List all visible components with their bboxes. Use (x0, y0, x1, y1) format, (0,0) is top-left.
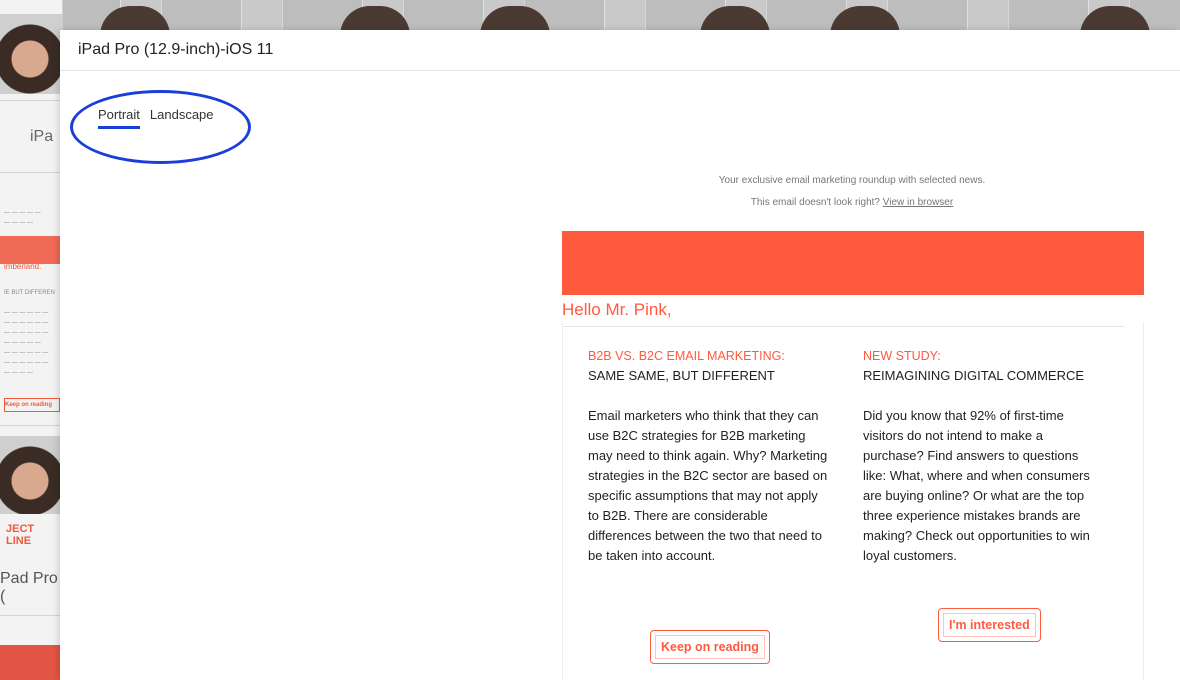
email-content: B2B VS. B2C EMAIL MARKETING: SAME SAME, … (562, 322, 1144, 680)
preheader-text: Your exclusive email marketing roundup w… (718, 175, 986, 186)
email-preheader: Your exclusive email marketing roundup w… (560, 170, 1144, 214)
article-body: Did you know that 92% of first-time visi… (863, 408, 1090, 563)
article-column: B2B VS. B2C EMAIL MARKETING: SAME SAME, … (588, 346, 828, 566)
background-device-label: iPa (30, 128, 54, 145)
view-in-browser-link[interactable]: View in browser (883, 197, 953, 208)
background-cta-button: Keep on reading (4, 398, 60, 412)
background-email-banner (0, 645, 62, 680)
article-column: NEW STUDY: REIMAGINING DIGITAL COMMERCE … (863, 346, 1103, 566)
article-kicker: NEW STUDY: (863, 349, 941, 363)
background-email-banner (0, 236, 62, 264)
article-headline: REIMAGINING DIGITAL COMMERCE (863, 368, 1085, 383)
background-device-label: Pad Pro ( (0, 570, 58, 605)
view-prompt: This email doesn't look right? (750, 197, 880, 208)
tab-landscape[interactable]: Landscape (150, 107, 214, 129)
background-avatar-image (0, 436, 62, 514)
background-gallery-strip (0, 0, 1180, 36)
view-in-browser-line: This email doesn't look right? View in b… (560, 192, 1144, 214)
article-headline: SAME SAME, BUT DIFFERENT (588, 368, 775, 383)
interested-label: I'm interested (943, 613, 1036, 637)
device-preview-modal: iPad Pro (12.9-inch)-iOS 11 Portrait Lan… (60, 30, 1180, 680)
interested-button[interactable]: I'm interested (938, 608, 1041, 642)
article-kicker: B2B VS. B2C EMAIL MARKETING: (588, 349, 785, 363)
background-subject-label: JECT LINE (6, 523, 35, 547)
orientation-tabs: Portrait Landscape (98, 107, 214, 129)
email-banner (562, 231, 1144, 295)
background-preview-column: iPa — — — — — — — — — imberland. IE BUT … (0, 0, 63, 680)
device-title: iPad Pro (12.9-inch)-iOS 11 (78, 41, 274, 58)
background-avatar-image (0, 14, 62, 94)
background-greeting: imberland. (4, 262, 42, 271)
tab-portrait[interactable]: Portrait (98, 107, 140, 129)
article-body: Email marketers who think that they can … (588, 408, 828, 563)
keep-reading-button[interactable]: Keep on reading (650, 630, 770, 664)
modal-header: iPad Pro (12.9-inch)-iOS 11 (60, 30, 1180, 71)
email-preview: Hello Mr. Pink, B2B VS. B2C EMAIL MARKET… (562, 231, 1144, 680)
background-headline: IE BUT DIFFEREN (4, 290, 55, 296)
keep-reading-label: Keep on reading (655, 635, 765, 659)
